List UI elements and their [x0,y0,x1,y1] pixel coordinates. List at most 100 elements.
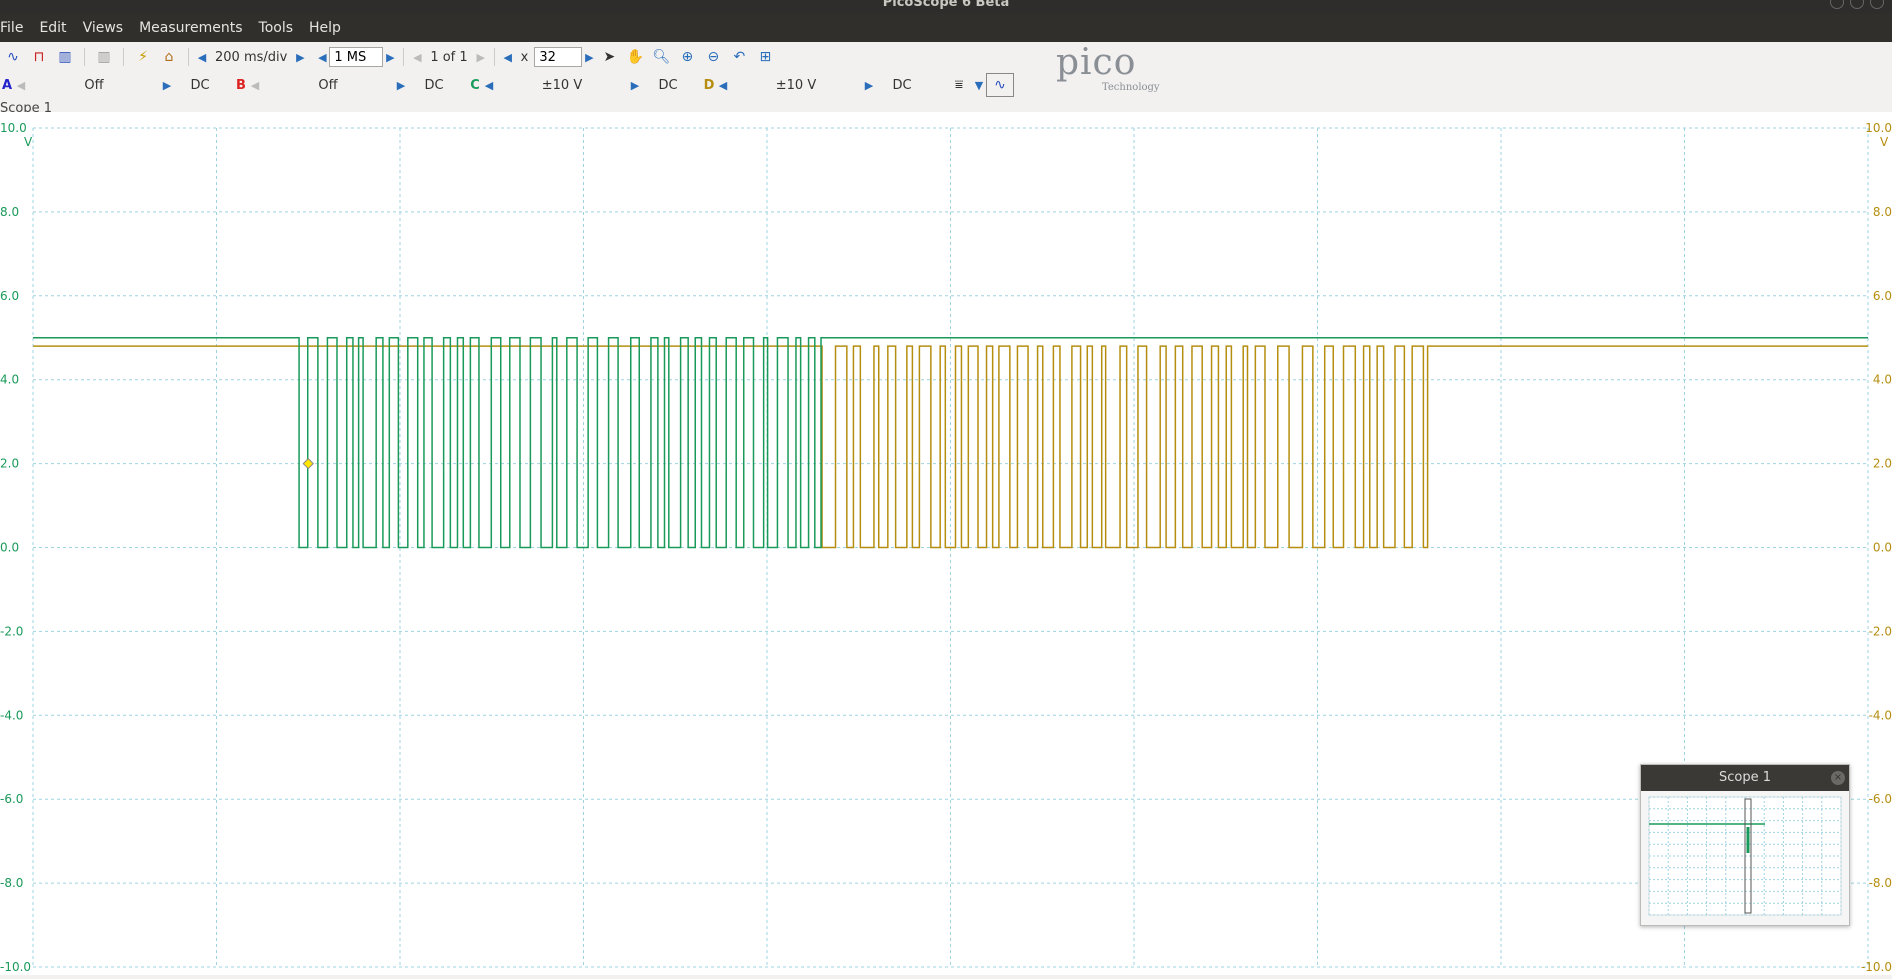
channel-c-range[interactable]: ±10 V [496,78,628,93]
hand-tool-icon[interactable]: ✋ [622,46,648,68]
y-tick-label-left: -2.0 [0,624,23,638]
channel-b-range-decrease-icon[interactable]: ◀ [248,79,262,92]
overview-title: Scope 1 [1718,770,1771,785]
overview-title-bar: Scope 1 × [1641,765,1849,791]
samples-decrease-icon[interactable]: ◀ [315,51,329,64]
menu-file[interactable]: File [0,20,31,36]
overview-graph[interactable] [1641,791,1849,925]
channel-c-coupling[interactable]: DC [642,78,694,93]
y-tick-label-right: 0.0 [1873,541,1892,555]
window-title: PicoScope 6 Beta [882,0,1010,10]
channel-d-range-decrease-icon[interactable]: ◀ [716,79,730,92]
y-tick-label-left: -4.0 [0,708,23,722]
zoom-fit-icon[interactable]: ⊞ [752,46,778,68]
channel-d-range-increase-icon[interactable]: ▶ [862,79,876,92]
channel-a-range-decrease-icon[interactable]: ◀ [14,79,28,92]
zoom-out-icon[interactable]: ⊖ [700,46,726,68]
y-tick-label-right: 10.0 [1865,121,1892,135]
math-channel-icon[interactable]: ∿ [986,73,1014,97]
zoom-input[interactable] [534,47,583,67]
y-tick-label-left: 10.0 [0,121,27,135]
capture-prev-icon[interactable]: ◀ [410,51,424,64]
scope-plot[interactable]: 10.0 10.0 8.0 8.0 6.0 6.0 4.0 4.0 2.0 2.0 0.0 0.0 -2… [0,112,1892,975]
channel-b-range-increase-icon[interactable]: ▶ [394,79,408,92]
maximize-button[interactable] [1850,0,1864,9]
menu-measurements[interactable]: Measurements [131,20,250,36]
channel-a-coupling[interactable]: DC [174,78,226,93]
channel-c-range-decrease-icon[interactable]: ◀ [482,79,496,92]
y-tick-label-right: -10.0 [1861,960,1892,974]
separator [493,48,495,66]
minimize-button[interactable] [1830,0,1844,9]
y-tick-label-right: -4.0 [1869,708,1892,722]
pointer-tool-icon[interactable]: ➤ [596,46,622,68]
separator [188,48,189,66]
y-tick-label-left: -8.0 [0,876,23,890]
timebase-increase-icon[interactable]: ▶ [293,51,307,64]
signal-generator-icon[interactable]: ⩸ [946,74,972,96]
spectrum-mode-icon[interactable]: ▥ [52,46,78,68]
y-tick-label-right: 6.0 [1873,289,1892,303]
separator [84,48,85,66]
channel-a-range[interactable]: Off [28,78,160,93]
window-controls [1830,0,1884,9]
y-tick-label-right: -8.0 [1869,876,1892,890]
y-tick-label-right: 4.0 [1873,373,1892,387]
logo-text: pico [1056,42,1137,83]
auto-setup-icon[interactable]: ⚡ [130,46,156,68]
y-tick-label-right: -2.0 [1869,624,1892,638]
channel-b-coupling[interactable]: DC [408,78,460,93]
zoom-in-icon[interactable]: ⊕ [674,46,700,68]
pico-logo: pico Technology [1056,44,1176,96]
channel-options-icon[interactable]: ▥ [91,46,117,68]
y-tick-label-left: 4.0 [0,373,19,387]
channel-b-range[interactable]: Off [262,78,394,93]
close-icon[interactable]: × [1831,771,1845,785]
channel-b-label: B [236,77,246,93]
trigger-marker [302,457,314,470]
logo-subtext: Technology [1102,82,1160,93]
zoom-tool-icon[interactable]: 🔍︎ [648,46,674,68]
channel-d-coupling[interactable]: DC [876,78,928,93]
toolbar-row-capture: ∿ ⊓ ▥ ▥ ⚡ ⌂ ◀ 200 ms/div ▶ ◀ ▶ ◀ 1 of 1 … [0,44,778,70]
overview-window[interactable]: Scope 1 × [1640,764,1850,926]
samples-input[interactable] [329,47,384,67]
menu-help[interactable]: Help [301,20,349,36]
channel-d-label: D [703,77,715,93]
y-tick-label-left: 2.0 [0,457,19,471]
separator [403,48,405,66]
channel-c-range-increase-icon[interactable]: ▶ [628,79,642,92]
zoom-increase-icon[interactable]: ▶ [582,51,596,64]
capture-next-icon[interactable]: ▶ [474,51,488,64]
close-button[interactable] [1870,0,1884,9]
separator [123,48,124,66]
channel-a-label: A [1,77,13,93]
zoom-prefix: x [520,49,529,65]
scope-graph: 10.0 10.0 8.0 8.0 6.0 6.0 4.0 4.0 2.0 2.0 0.0 0.0 -2… [0,121,1892,974]
y-tick-label-right: 2.0 [1873,457,1892,471]
y-unit-left: V [24,135,33,149]
menu-views[interactable]: Views [75,20,132,36]
timebase-decrease-icon[interactable]: ◀ [195,51,209,64]
channel-a-range-increase-icon[interactable]: ▶ [160,79,174,92]
menu-bar: File Edit Views Measurements Tools Help [0,14,1892,42]
persistence-mode-icon[interactable]: ⊓ [26,46,52,68]
channel-d-range[interactable]: ±10 V [730,78,862,93]
title-bar: PicoScope 6 Beta [0,0,1892,14]
toolbar: ∿ ⊓ ▥ ▥ ⚡ ⌂ ◀ 200 ms/div ▶ ◀ ▶ ◀ 1 of 1 … [0,42,1892,113]
y-tick-label-left: 0.0 [0,541,19,555]
toolbar-row-channels: A ◀ Off ▶ DC B ◀ Off ▶ DC C ◀ ±10 V ▶ DC… [0,72,1014,98]
scope-mode-icon[interactable]: ∿ [0,46,26,68]
y-tick-label-left: 8.0 [0,205,19,219]
menu-edit[interactable]: Edit [31,20,74,36]
home-icon[interactable]: ⌂ [156,46,182,68]
menu-tools[interactable]: Tools [251,20,302,36]
timebase-select[interactable]: 200 ms/div [209,50,293,65]
y-tick-label-left: -6.0 [0,792,23,806]
dropdown-icon[interactable]: ▼ [972,79,986,92]
undo-zoom-icon[interactable]: ↶ [726,46,752,68]
zoom-decrease-icon[interactable]: ◀ [501,51,515,64]
y-tick-label-right: -6.0 [1869,792,1892,806]
y-tick-label-right: 8.0 [1873,205,1892,219]
samples-increase-icon[interactable]: ▶ [383,51,397,64]
